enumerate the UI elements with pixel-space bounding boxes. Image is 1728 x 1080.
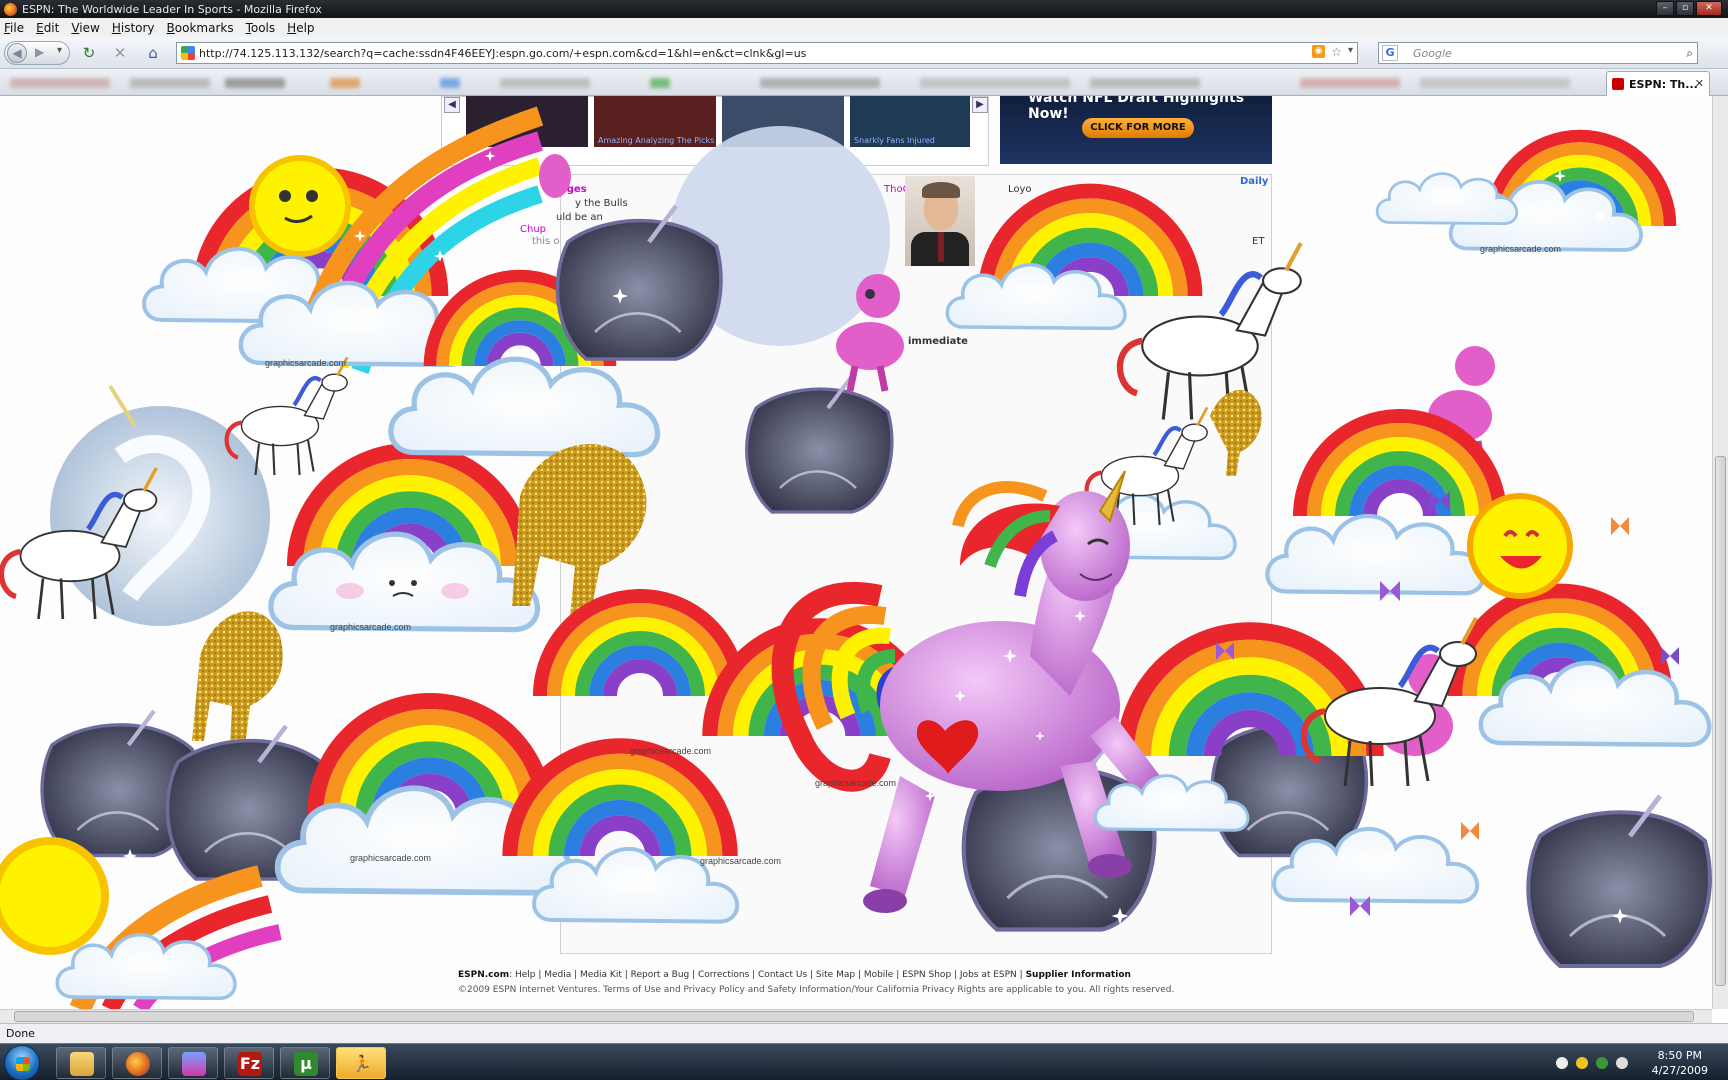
system-tray <box>1556 1057 1628 1069</box>
rss-feed-icon[interactable]: ◉ <box>1312 45 1326 58</box>
search-placeholder: Google <box>1413 46 1452 60</box>
watermark-text: graphicsarcade.com <box>330 622 411 632</box>
watermark-text: graphicsarcade.com <box>350 853 431 863</box>
unicorn-rainbow-collage: graphicsarcade.com graphicsarcade.com gr… <box>0 106 1712 1009</box>
watermark-text: graphicsarcade.com <box>630 746 711 756</box>
watermark-text: graphicsarcade.com <box>265 358 346 368</box>
google-favicon-icon <box>181 46 195 60</box>
blurred-bookmark[interactable] <box>1420 78 1570 88</box>
blurred-bookmark[interactable] <box>440 78 460 88</box>
blurred-bookmark[interactable] <box>130 78 210 88</box>
blurred-bookmark[interactable] <box>650 78 670 88</box>
menu-help[interactable]: Help <box>287 21 314 35</box>
sun-lower-left <box>0 837 109 955</box>
taskbar-firefox-button[interactable] <box>112 1047 162 1079</box>
taskbar-utorrent-button[interactable]: μ <box>280 1047 330 1079</box>
blurred-bookmark[interactable] <box>10 78 110 88</box>
blurred-bookmark[interactable] <box>1300 78 1400 88</box>
menu-history[interactable]: History <box>112 21 155 35</box>
espn-favicon-icon <box>1612 78 1624 90</box>
menu-bar: File Edit View History Bookmarks Tools H… <box>0 18 1728 37</box>
media-app-icon <box>182 1052 206 1076</box>
close-tab-icon[interactable]: ✕ <box>1695 77 1704 90</box>
back-arrow-icon[interactable]: ◀ <box>7 43 27 63</box>
taskbar-explorer-button[interactable] <box>56 1047 106 1079</box>
window-controls: – ▫ ✕ <box>1656 1 1722 16</box>
blurred-bookmark[interactable] <box>500 78 590 88</box>
navigation-toolbar: ◀ ▶ ▾ ↻ ✕ ⌂ http://74.125.113.132/search… <box>0 37 1728 69</box>
bookmarks-tab-bar: ESPN: Th... ✕ <box>0 69 1728 96</box>
blurred-bookmark[interactable] <box>1090 78 1200 88</box>
watermark-text: graphicsarcade.com <box>700 856 781 866</box>
smiling-sun-right <box>1467 493 1573 599</box>
taskbar-aim-button[interactable]: 🏃 <box>336 1047 386 1079</box>
rainbow-cloud-graphic <box>1375 136 1670 252</box>
page-content: ◀ ▶ Amazing Analyzing The Picks Snarkly … <box>0 96 1712 1009</box>
taskbar-clock[interactable]: 8:50 PM 4/27/2009 <box>1652 1048 1708 1078</box>
url-dropdown-icon[interactable]: ▾ <box>1348 45 1353 59</box>
windows-taskbar: Fz μ 🏃 8:50 PM 4/27/2009 <box>0 1043 1728 1080</box>
aim-running-man-icon: 🏃 <box>352 1054 372 1073</box>
menu-file[interactable]: File <box>4 21 24 35</box>
tab-label: ESPN: Th... <box>1629 77 1698 91</box>
menu-bookmarks[interactable]: Bookmarks <box>167 21 234 35</box>
vertical-scroll-thumb[interactable] <box>1715 456 1726 986</box>
clock-date: 4/27/2009 <box>1651 1064 1708 1077</box>
stop-icon[interactable]: ✕ <box>111 44 129 62</box>
tray-network-icon[interactable] <box>1596 1057 1608 1069</box>
menu-tools[interactable]: Tools <box>246 21 276 35</box>
window-title-bar: ESPN: The Worldwide Leader In Sports - M… <box>0 0 1728 18</box>
watermark-text: graphicsarcade.com <box>815 778 896 788</box>
search-engine-icon[interactable]: G <box>1382 45 1398 61</box>
tab-espn[interactable]: ESPN: Th... ✕ <box>1606 71 1710 96</box>
filezilla-icon: Fz <box>238 1052 262 1076</box>
home-icon[interactable]: ⌂ <box>144 44 162 62</box>
volume-icon[interactable] <box>1616 1057 1628 1069</box>
tray-arrow-icon[interactable] <box>1556 1057 1568 1069</box>
blurred-bookmark[interactable] <box>760 78 880 88</box>
bookmark-star-icon[interactable]: ☆ <box>1331 45 1342 59</box>
folder-icon <box>70 1052 94 1076</box>
firefox-icon <box>4 2 17 16</box>
window-title: ESPN: The Worldwide Leader In Sports - M… <box>22 2 322 16</box>
url-text: http://74.125.113.132/search?q=cache:ssd… <box>199 46 807 60</box>
start-button[interactable] <box>4 1045 40 1080</box>
url-bar[interactable]: http://74.125.113.132/search?q=cache:ssd… <box>176 42 1358 64</box>
horizontal-scrollbar[interactable] <box>0 1009 1712 1023</box>
screen: ESPN: The Worldwide Leader In Sports - M… <box>0 0 1728 1080</box>
maximize-button[interactable]: ▫ <box>1676 1 1694 16</box>
history-dropdown-icon[interactable]: ▾ <box>57 45 62 56</box>
windows-logo-icon <box>16 1057 30 1071</box>
blurred-bookmark[interactable] <box>330 78 360 88</box>
menu-view[interactable]: View <box>71 21 99 35</box>
tray-smiley-icon[interactable] <box>1576 1057 1588 1069</box>
taskbar-filezilla-button[interactable]: Fz <box>224 1047 274 1079</box>
status-text: Done <box>6 1027 35 1040</box>
blurred-bookmark[interactable] <box>225 78 285 88</box>
blurred-bookmark[interactable] <box>920 78 1070 88</box>
smiling-cloud-rainbow <box>271 451 538 630</box>
horizontal-scroll-thumb[interactable] <box>14 1011 1694 1022</box>
reload-icon[interactable]: ↻ <box>80 44 98 62</box>
close-window-button[interactable]: ✕ <box>1696 1 1722 16</box>
forward-arrow-icon[interactable]: ▶ <box>35 45 44 59</box>
watermark-text: graphicsarcade.com <box>1480 244 1561 254</box>
back-forward-group: ◀ ▶ ▾ <box>4 41 70 65</box>
vertical-scrollbar[interactable] <box>1712 96 1728 1009</box>
search-icon[interactable]: ⌕ <box>1686 46 1693 61</box>
search-bar[interactable]: G Google ⌕ <box>1378 42 1698 64</box>
clock-time: 8:50 PM <box>1657 1049 1702 1062</box>
firefox-icon <box>126 1052 150 1076</box>
status-bar: Done <box>0 1023 1728 1043</box>
minimize-button[interactable]: – <box>1656 1 1674 16</box>
taskbar-app-button[interactable] <box>168 1047 218 1079</box>
menu-edit[interactable]: Edit <box>36 21 59 35</box>
utorrent-icon: μ <box>294 1052 318 1076</box>
